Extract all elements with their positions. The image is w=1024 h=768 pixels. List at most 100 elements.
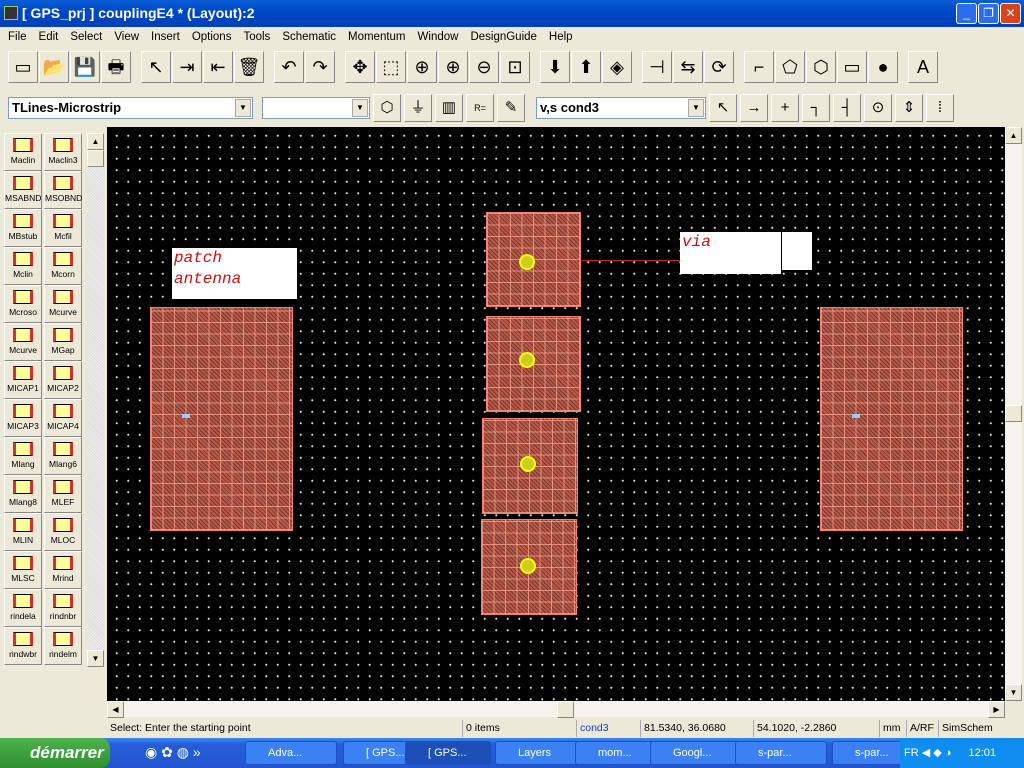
patch-antenna-left[interactable] bbox=[150, 307, 293, 531]
palette-item-mcfil[interactable]: Mcfil bbox=[44, 209, 82, 247]
palette-item-mlin[interactable]: MLIN bbox=[4, 513, 42, 551]
zoom-in-2-icon[interactable]: ⊕ bbox=[438, 51, 468, 83]
taskbar-task[interactable]: [ GPS... bbox=[405, 741, 491, 765]
palette-item-mgap[interactable]: MGap bbox=[44, 323, 82, 361]
palette-item-micap2[interactable]: MICAP2 bbox=[44, 361, 82, 399]
palette-item-micap4[interactable]: MICAP4 bbox=[44, 399, 82, 437]
menu-window[interactable]: Window bbox=[412, 27, 465, 47]
trace-icon[interactable]: ⌐ bbox=[744, 51, 774, 83]
chevron-down-icon[interactable]: ▼ bbox=[688, 99, 704, 117]
palette-item-maclin3[interactable]: Maclin3 bbox=[44, 133, 82, 171]
snap-center-icon[interactable]: ⊙ bbox=[864, 94, 892, 122]
menu-tools[interactable]: Tools bbox=[237, 27, 276, 47]
palette-item-mloc[interactable]: MLOC bbox=[44, 513, 82, 551]
scroll-thumb[interactable] bbox=[1005, 405, 1022, 422]
palette-item-mclin[interactable]: Mclin bbox=[4, 247, 42, 285]
palette-item-mlsc[interactable]: MLSC bbox=[4, 551, 42, 589]
port-component-icon[interactable]: ⬡ bbox=[373, 94, 401, 122]
redo-icon[interactable]: ↷ bbox=[305, 51, 335, 83]
palette-item-mcorn[interactable]: Mcorn bbox=[44, 247, 82, 285]
pencil-icon[interactable]: ✎ bbox=[497, 94, 525, 122]
component-combo[interactable]: ▼ bbox=[262, 97, 370, 119]
scroll-thumb[interactable] bbox=[87, 150, 104, 167]
taskbar-task[interactable]: Googl... bbox=[650, 741, 742, 765]
push-down-icon[interactable]: ⬇ bbox=[540, 51, 570, 83]
save-icon[interactable]: 💾 bbox=[70, 51, 100, 83]
palette-item-rindwbr[interactable]: rindwbr bbox=[4, 627, 42, 665]
language-indicator[interactable]: FR bbox=[904, 747, 919, 759]
palette-item-mlang6[interactable]: Mlang6 bbox=[44, 437, 82, 475]
menu-view[interactable]: View bbox=[108, 27, 145, 47]
palette-item-rindela[interactable]: rindela bbox=[4, 589, 42, 627]
start-button[interactable]: démarrer bbox=[0, 738, 110, 768]
reference-icon[interactable]: R= bbox=[466, 94, 494, 122]
snap-grid-icon[interactable]: ⁞ bbox=[926, 94, 954, 122]
scroll-down-icon[interactable]: ▼ bbox=[1005, 684, 1022, 701]
patch-antenna-right[interactable] bbox=[820, 307, 963, 531]
via-2[interactable] bbox=[519, 352, 535, 368]
scroll-up-icon[interactable]: ▲ bbox=[1005, 127, 1022, 144]
layout-canvas[interactable]: patch antenna via bbox=[107, 127, 1005, 701]
snap-pin-icon[interactable]: → bbox=[740, 94, 768, 122]
select-arrow-icon[interactable]: ↖ bbox=[141, 51, 171, 83]
quick-launch-icons[interactable]: ◉ ✿ ◍ » bbox=[145, 744, 201, 761]
layer-combo[interactable]: v,s cond3 ▼ bbox=[536, 97, 706, 119]
undo-icon[interactable]: ↶ bbox=[274, 51, 304, 83]
palette-item-msobnd[interactable]: MSOBND bbox=[44, 171, 82, 209]
palette-item-mcurve[interactable]: Mcurve bbox=[4, 323, 42, 361]
menu-edit[interactable]: Edit bbox=[33, 27, 65, 47]
menu-options[interactable]: Options bbox=[186, 27, 238, 47]
menu-schematic[interactable]: Schematic bbox=[276, 27, 342, 47]
palette-item-rindelm[interactable]: rindelm bbox=[44, 627, 82, 665]
palette-item-mlang8[interactable]: Mlang8 bbox=[4, 475, 42, 513]
print-icon[interactable]: 🖶 bbox=[101, 51, 131, 83]
menu-insert[interactable]: Insert bbox=[145, 27, 186, 47]
menu-file[interactable]: File bbox=[2, 27, 33, 47]
horizontal-scrollbar[interactable]: ◀ ▶ bbox=[107, 701, 1005, 718]
via-3[interactable] bbox=[520, 456, 536, 472]
polygon-icon[interactable]: ⬠ bbox=[775, 51, 805, 83]
scroll-right-icon[interactable]: ▶ bbox=[988, 701, 1005, 718]
snap-mode-icon[interactable]: ↖ bbox=[709, 94, 737, 122]
new-icon[interactable]: ▭ bbox=[8, 51, 38, 83]
mirror-icon[interactable]: ⇆ bbox=[673, 51, 703, 83]
open-icon[interactable]: 📂 bbox=[39, 51, 69, 83]
polyline-icon[interactable]: ⬡ bbox=[806, 51, 836, 83]
ground-icon[interactable]: ⏚ bbox=[404, 94, 432, 122]
taskbar-task[interactable]: s-par... bbox=[735, 741, 827, 765]
circle-icon[interactable]: ● bbox=[868, 51, 898, 83]
insert-component-icon[interactable]: ⇥ bbox=[172, 51, 202, 83]
maximize-button[interactable]: ❐ bbox=[978, 3, 999, 24]
palette-item-mlang[interactable]: Mlang bbox=[4, 437, 42, 475]
scroll-down-icon[interactable]: ▼ bbox=[87, 650, 104, 667]
palette-item-maclin[interactable]: Maclin bbox=[4, 133, 42, 171]
snap-vertex-icon[interactable]: + bbox=[771, 94, 799, 122]
minimize-button[interactable]: _ bbox=[956, 3, 977, 24]
port-icon[interactable]: ⊣ bbox=[642, 51, 672, 83]
via-4[interactable] bbox=[520, 558, 536, 574]
snap-edge-icon[interactable]: ┐ bbox=[802, 94, 830, 122]
taskbar-task[interactable]: Adva... bbox=[245, 741, 337, 765]
palette-item-mcroso[interactable]: Mcroso bbox=[4, 285, 42, 323]
menu-momentum[interactable]: Momentum bbox=[342, 27, 412, 47]
zoom-icon[interactable]: ⊕ bbox=[407, 51, 437, 83]
menu-help[interactable]: Help bbox=[543, 27, 579, 47]
text-icon[interactable]: A bbox=[908, 51, 938, 83]
taskbar-task[interactable]: Layers bbox=[495, 741, 587, 765]
scroll-up-icon[interactable]: ▲ bbox=[87, 133, 104, 150]
vertical-scrollbar[interactable]: ▲ ▼ bbox=[1005, 127, 1022, 701]
zoom-window-icon[interactable]: ⬚ bbox=[376, 51, 406, 83]
palette-item-micap1[interactable]: MICAP1 bbox=[4, 361, 42, 399]
zoom-fit-icon[interactable]: ⊡ bbox=[500, 51, 530, 83]
chevron-down-icon[interactable]: ▼ bbox=[235, 99, 251, 117]
palette-item-micap3[interactable]: MICAP3 bbox=[4, 399, 42, 437]
palette-scrollbar[interactable]: ▲ ▼ bbox=[87, 133, 104, 667]
menu-select[interactable]: Select bbox=[64, 27, 108, 47]
layers-icon[interactable]: ◈ bbox=[602, 51, 632, 83]
rectangle-icon[interactable]: ▭ bbox=[837, 51, 867, 83]
rotate-icon[interactable]: ⟳ bbox=[704, 51, 734, 83]
snap-midpoint-icon[interactable]: ┤ bbox=[833, 94, 861, 122]
snap-intersection-icon[interactable]: ⇕ bbox=[895, 94, 923, 122]
scroll-thumb[interactable] bbox=[557, 701, 574, 718]
library-combo[interactable]: TLines-Microstrip ▼ bbox=[8, 97, 253, 119]
